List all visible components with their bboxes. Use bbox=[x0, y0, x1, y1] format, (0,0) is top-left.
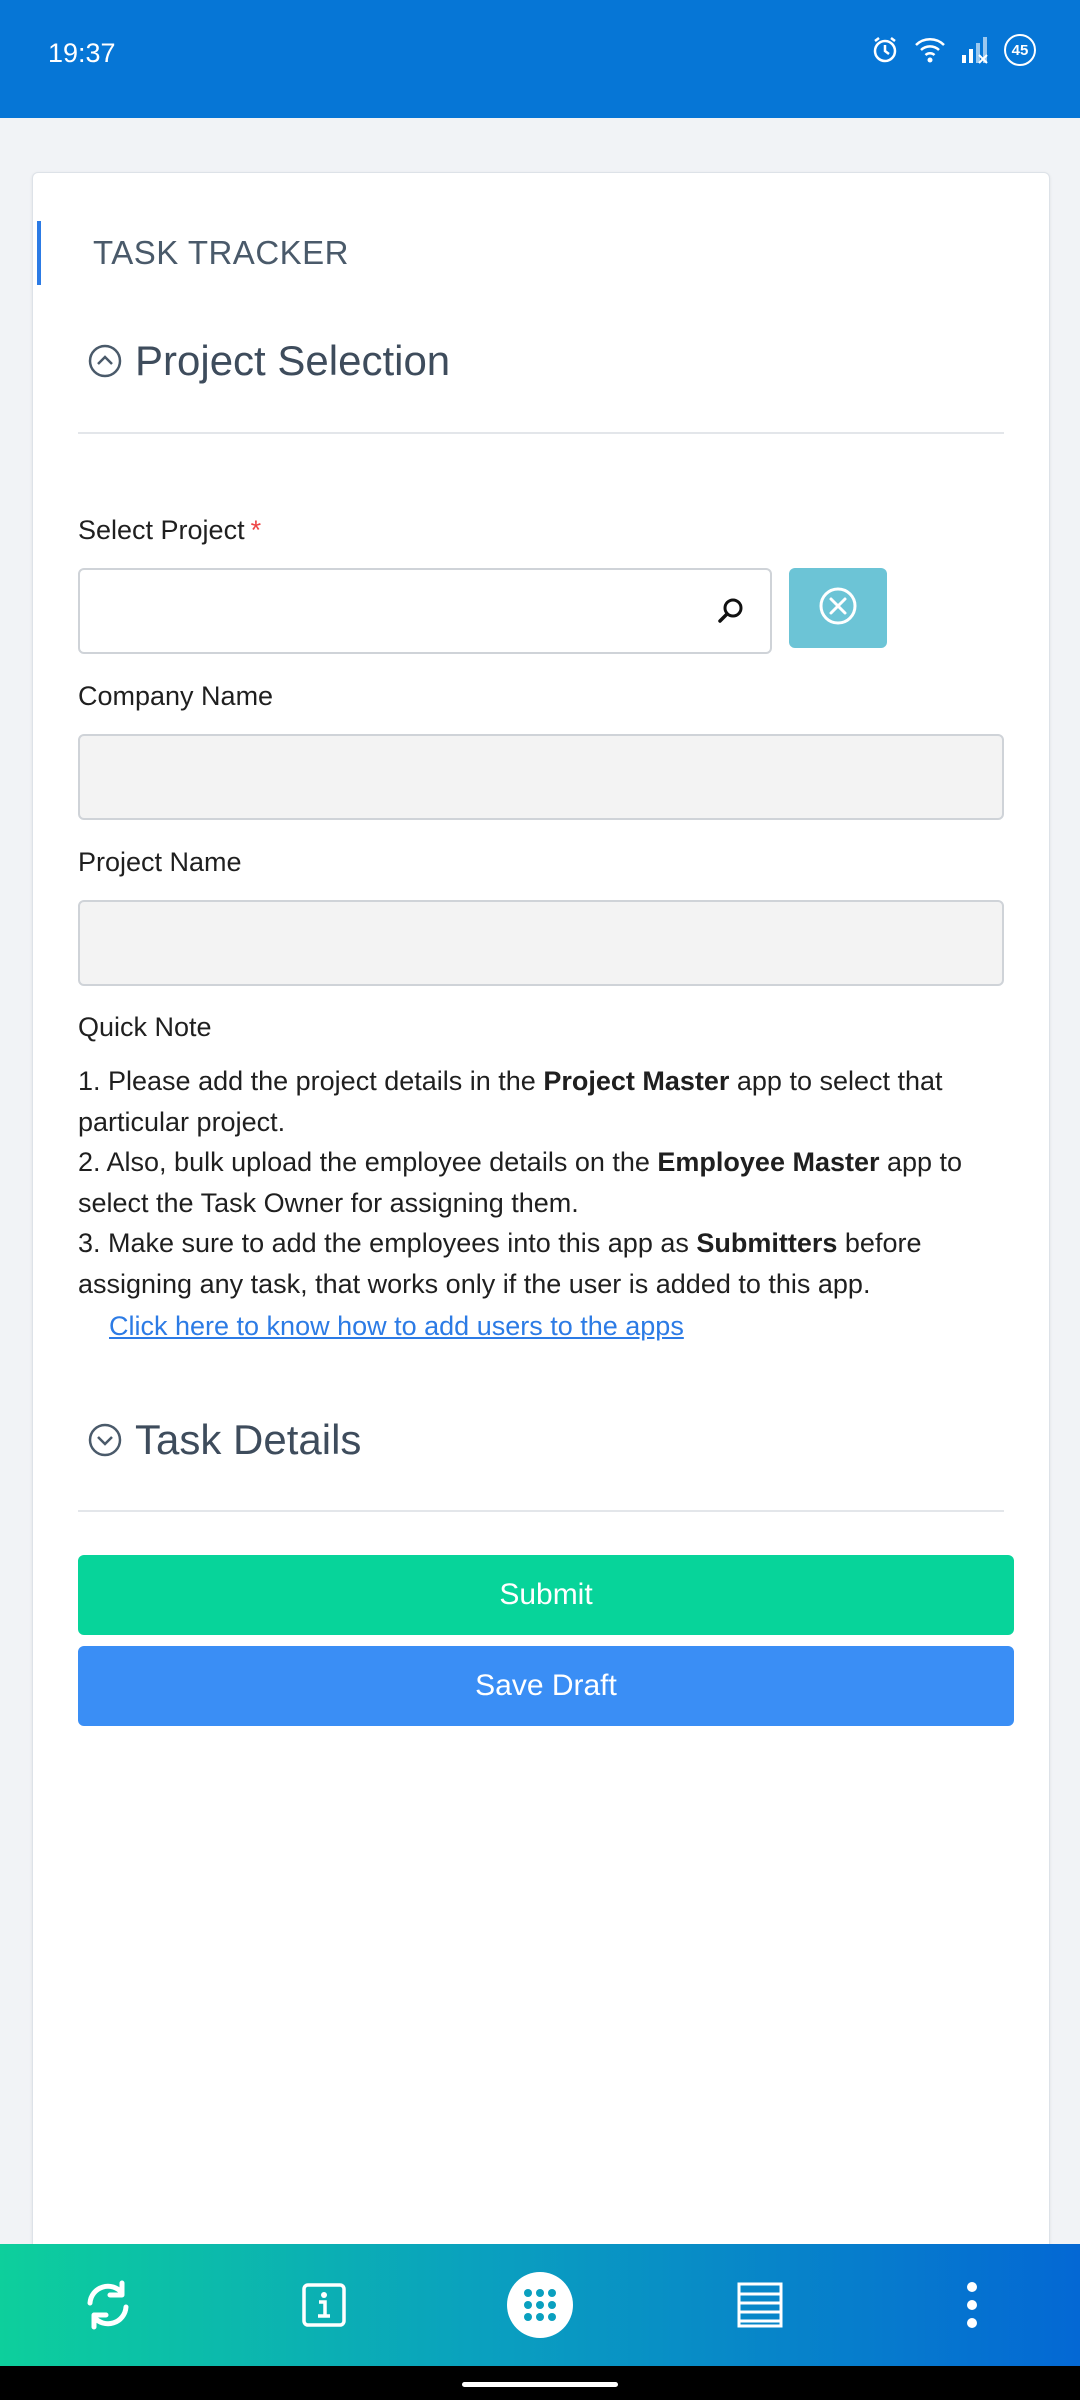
app-title: TASK TRACKER bbox=[37, 221, 349, 285]
divider bbox=[78, 1510, 1004, 1512]
info-icon[interactable] bbox=[276, 2244, 372, 2366]
quick-note-label: Quick Note bbox=[78, 1012, 212, 1042]
close-circle-icon bbox=[818, 586, 858, 631]
chevron-up-icon[interactable] bbox=[87, 343, 123, 379]
save-draft-button[interactable]: Save Draft bbox=[78, 1646, 1014, 1726]
note-line-1: 1. Please add the project details in the… bbox=[78, 1066, 943, 1137]
more-vertical-icon[interactable] bbox=[924, 2244, 1020, 2366]
form-card: TASK TRACKER Project Selection Select Pr… bbox=[32, 172, 1050, 2254]
apps-grid-button[interactable] bbox=[492, 2244, 588, 2366]
clear-selection-button[interactable] bbox=[789, 568, 887, 648]
status-time: 19:37 bbox=[48, 38, 116, 68]
apps-grid-icon bbox=[507, 2272, 573, 2338]
search-icon[interactable] bbox=[716, 596, 746, 631]
list-icon[interactable] bbox=[712, 2244, 808, 2366]
submit-button[interactable]: Submit bbox=[78, 1555, 1014, 1635]
section-project-selection[interactable]: Project Selection bbox=[87, 337, 1015, 385]
section-title: Project Selection bbox=[135, 337, 451, 384]
select-project-label-text: Select Project bbox=[78, 515, 245, 545]
company-name-field bbox=[78, 734, 1004, 820]
section-title: Task Details bbox=[135, 1416, 362, 1463]
alarm-icon bbox=[870, 35, 900, 65]
status-bar: 19:37 45 bbox=[0, 0, 1080, 118]
divider bbox=[78, 432, 1004, 434]
project-name-field bbox=[78, 900, 1004, 986]
status-icons: 45 bbox=[870, 34, 1036, 66]
note-line-3: 3. Make sure to add the employees into t… bbox=[78, 1228, 922, 1299]
select-project-field[interactable] bbox=[78, 568, 772, 654]
bottom-nav-bar bbox=[0, 2244, 1080, 2366]
company-name-label: Company Name bbox=[78, 681, 274, 711]
select-project-label: Select Project * bbox=[78, 515, 261, 546]
battery-icon: 45 bbox=[1004, 34, 1036, 66]
gesture-nav-area bbox=[0, 2366, 1080, 2400]
refresh-icon[interactable] bbox=[60, 2244, 156, 2366]
select-project-input[interactable] bbox=[80, 570, 720, 650]
project-name-label: Project Name bbox=[78, 847, 242, 877]
section-task-details[interactable]: Task Details bbox=[87, 1416, 1015, 1464]
home-gesture-pill[interactable] bbox=[462, 2382, 618, 2387]
wifi-icon bbox=[914, 36, 946, 64]
required-mark: * bbox=[250, 515, 262, 545]
note-line-2: 2. Also, bulk upload the employee detail… bbox=[78, 1147, 963, 1218]
signal-icon bbox=[960, 35, 990, 65]
chevron-down-icon[interactable] bbox=[87, 1422, 123, 1458]
add-users-help-link[interactable]: Click here to know how to add users to t… bbox=[109, 1311, 684, 1342]
quick-note-text: 1. Please add the project details in the… bbox=[78, 1061, 1008, 1304]
